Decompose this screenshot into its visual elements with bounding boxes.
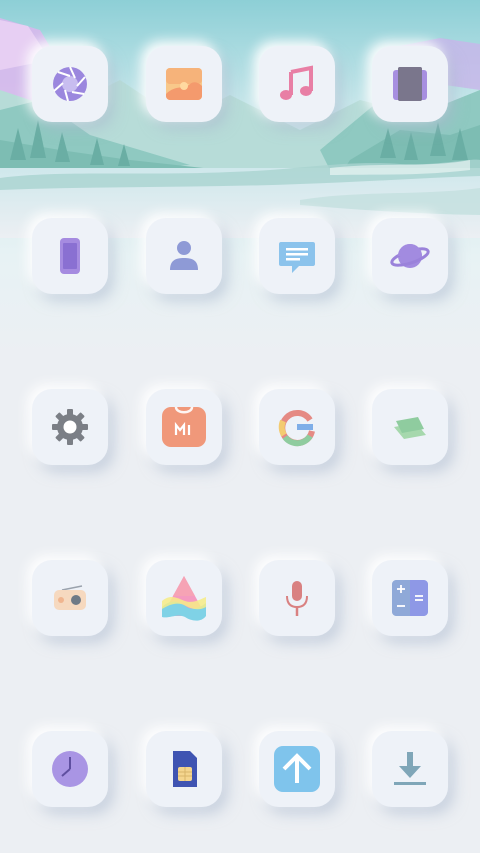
app-updater[interactable]: [259, 731, 335, 807]
layers-icon: [394, 417, 426, 439]
sim-toolkit-icon: [173, 751, 197, 787]
app-music[interactable]: [259, 46, 335, 122]
browser-planet-icon: [390, 244, 430, 268]
app-calculator[interactable]: [372, 560, 448, 636]
app-mi-store[interactable]: [146, 389, 222, 465]
mi-store-icon: [162, 406, 206, 447]
app-downloads[interactable]: [372, 731, 448, 807]
app-camera[interactable]: [32, 46, 108, 122]
app-settings[interactable]: [32, 389, 108, 465]
app-google[interactable]: [259, 389, 335, 465]
downloads-icon: [394, 752, 426, 785]
app-messages[interactable]: [259, 218, 335, 294]
themes-icon: [393, 67, 427, 101]
gallery-icon: [166, 68, 202, 100]
app-gallery[interactable]: [146, 46, 222, 122]
music-icon: [280, 65, 313, 100]
app-layers[interactable]: [372, 389, 448, 465]
home-screen-app-grid: [0, 0, 480, 853]
updater-icon: [274, 746, 320, 792]
app-sim-toolkit[interactable]: [146, 731, 222, 807]
camera-aperture-icon: [53, 66, 87, 102]
contacts-icon: [170, 241, 198, 270]
calculator-icon: [392, 580, 428, 616]
settings-gear-icon: [52, 409, 88, 445]
radio-icon: [54, 585, 86, 610]
app-vault-icon: [162, 576, 206, 621]
app-radio[interactable]: [32, 560, 108, 636]
messages-icon: [279, 242, 315, 273]
app-vault[interactable]: [146, 560, 222, 636]
app-clock[interactable]: [32, 731, 108, 807]
clock-icon: [52, 751, 88, 787]
phone-device-icon: [60, 238, 80, 274]
app-recorder[interactable]: [259, 560, 335, 636]
app-contacts[interactable]: [146, 218, 222, 294]
app-themes[interactable]: [372, 46, 448, 122]
app-browser[interactable]: [372, 218, 448, 294]
app-phone-device[interactable]: [32, 218, 108, 294]
recorder-mic-icon: [286, 581, 308, 616]
google-icon: [278, 410, 315, 447]
